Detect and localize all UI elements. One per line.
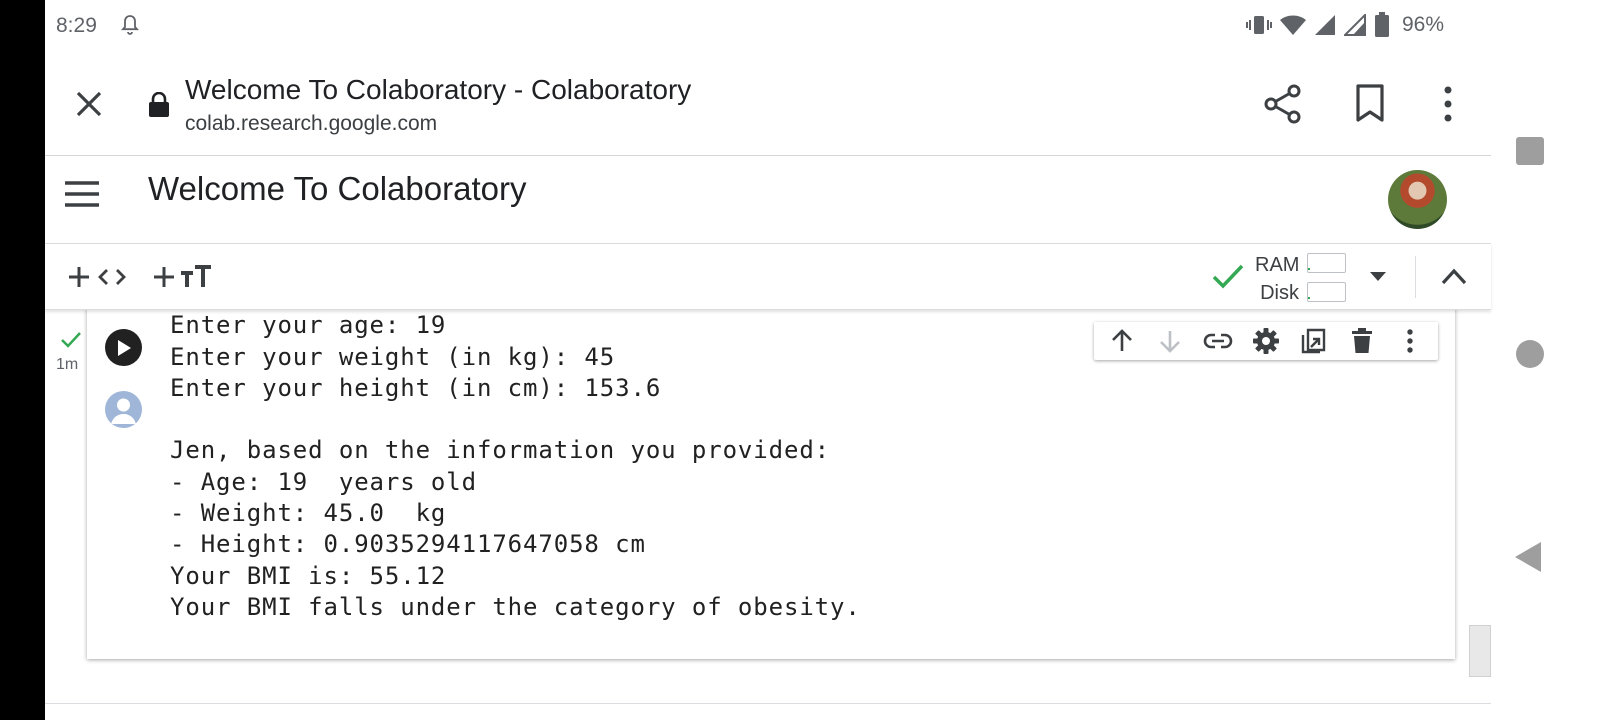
add-code-cell-button[interactable] — [65, 262, 145, 292]
resource-bars[interactable] — [1307, 253, 1346, 311]
link-icon[interactable] — [1198, 322, 1238, 360]
status-icons: 96% — [1245, 12, 1444, 38]
output-line: - Height: 0.9035294117647058 cm — [170, 530, 646, 559]
tab-title: Welcome To Colaboratory - Colaboratory — [185, 74, 692, 105]
recents-icon[interactable] — [1516, 137, 1544, 165]
add-text-cell-button[interactable] — [150, 262, 230, 292]
output-line: - Weight: 45.0 kg — [170, 499, 447, 528]
back-icon[interactable] — [1513, 540, 1543, 579]
settings-icon[interactable] — [1246, 322, 1286, 360]
vibrate-icon — [1245, 14, 1272, 36]
output-line: Your BMI is: 55.12 — [170, 561, 447, 590]
tab-url[interactable]: colab.research.google.com — [185, 112, 437, 136]
open-in-editor-icon[interactable] — [1294, 322, 1334, 360]
home-icon[interactable] — [1516, 340, 1544, 368]
disk-usage-fill — [1308, 297, 1310, 299]
output-line: Enter your weight (in kg): 45 — [170, 342, 616, 371]
notebook-content: 1m Hello! Please enter your name: JenEnt… — [45, 309, 1491, 720]
executed-check-icon — [60, 331, 82, 354]
notebook-title[interactable]: Welcome To Colaboratory — [148, 170, 526, 208]
bookmark-icon[interactable] — [1350, 82, 1390, 131]
user-icon — [105, 391, 142, 428]
avatar[interactable] — [1388, 170, 1447, 229]
arrow-up-icon[interactable] — [1102, 322, 1142, 360]
connected-check-icon[interactable] — [1211, 262, 1245, 297]
scrollbar-thumb[interactable] — [1469, 625, 1491, 677]
delete-icon[interactable] — [1342, 322, 1382, 360]
more-vert-icon[interactable] — [1390, 322, 1430, 360]
battery-percent: 96% — [1401, 13, 1444, 36]
resource-labels[interactable]: RAM Disk — [1255, 251, 1299, 307]
signal-icon — [1314, 14, 1336, 36]
browser-screen: 8:29 96% Welcome To Colaboratory - Colab… — [45, 0, 1491, 720]
colab-toolbar: RAM Disk — [45, 244, 1491, 310]
bell-icon — [120, 14, 140, 41]
output-line: Enter your age: 19 — [170, 311, 447, 340]
lock-icon — [148, 91, 170, 123]
toolbar-divider — [1415, 256, 1416, 298]
code-cell[interactable]: Hello! Please enter your name: JenEnter … — [87, 309, 1455, 659]
colab-header: Welcome To Colaboratory — [45, 156, 1491, 244]
disk-usage-bar — [1307, 282, 1346, 302]
ram-usage-bar — [1307, 253, 1346, 273]
ram-label: RAM — [1255, 254, 1300, 276]
arrow-down-icon[interactable] — [1150, 322, 1190, 360]
status-time: 8:29 — [56, 14, 97, 37]
share-icon[interactable] — [1261, 82, 1305, 131]
output-line: - Age: 19 years old — [170, 467, 477, 496]
cell-toolbar — [1094, 322, 1438, 360]
left-edge-bar — [0, 0, 45, 720]
output-line: Enter your height (in cm): 153.6 — [170, 373, 662, 402]
ram-usage-fill — [1308, 268, 1310, 270]
menu-icon[interactable] — [63, 178, 101, 215]
chevron-up-icon[interactable] — [1438, 262, 1470, 297]
output-line: Jen, based on the information you provid… — [170, 436, 831, 465]
status-bar: 8:29 96% — [45, 0, 1491, 52]
disk-label: Disk — [1260, 282, 1299, 304]
chevron-down-icon[interactable] — [1366, 264, 1390, 293]
more-vert-icon[interactable] — [1433, 82, 1463, 131]
signal-icon — [1343, 14, 1366, 36]
custom-tab-toolbar: Welcome To Colaboratory - Colaboratory c… — [45, 52, 1491, 156]
wifi-icon — [1279, 14, 1306, 36]
close-icon[interactable] — [71, 86, 107, 122]
execution-time: 1m — [56, 356, 79, 373]
cell-output: Hello! Please enter your name: JenEnter … — [170, 309, 861, 623]
bottom-divider — [45, 703, 1491, 704]
output-line: Your BMI falls under the category of obe… — [170, 592, 861, 621]
run-cell-button[interactable] — [105, 329, 142, 366]
battery-icon — [1374, 12, 1390, 38]
android-nav-bar — [1491, 0, 1600, 720]
